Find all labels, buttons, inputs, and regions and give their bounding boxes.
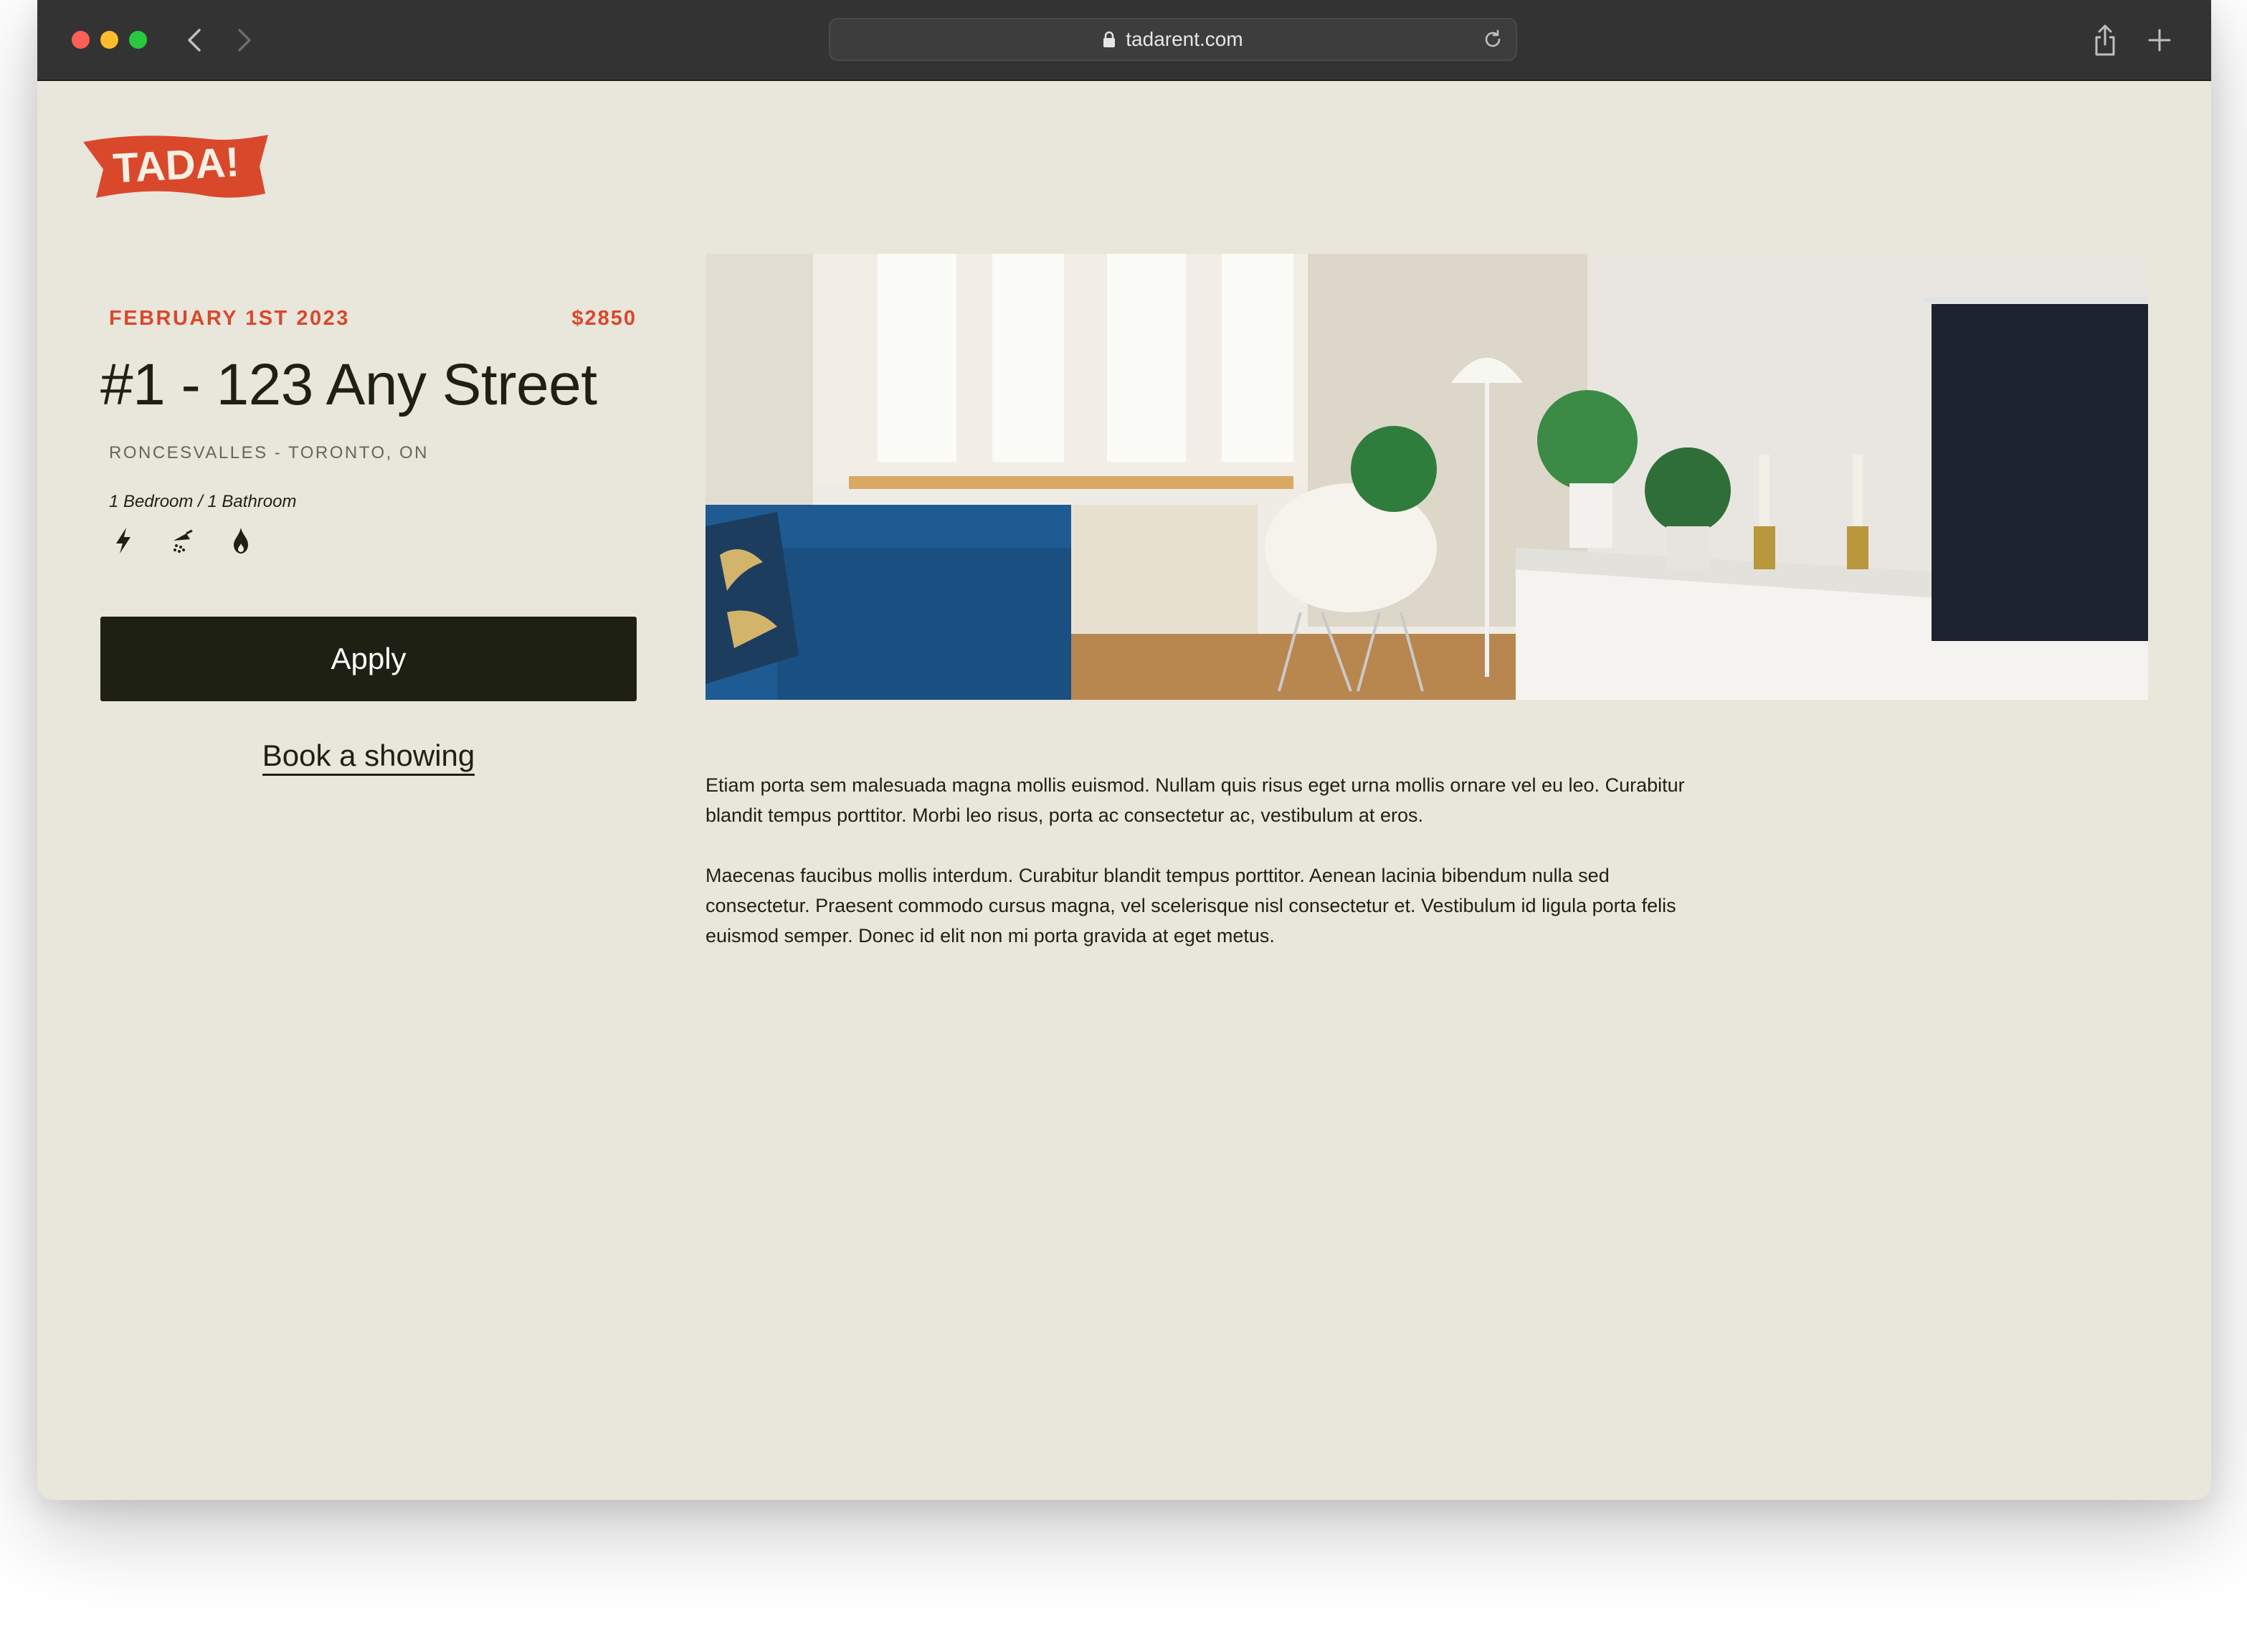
- listing-price: $2850: [571, 307, 637, 330]
- share-icon: [2095, 24, 2115, 56]
- listing-photo: [706, 254, 2148, 700]
- url-text: tadarent.com: [1126, 28, 1243, 50]
- reload-button[interactable]: [1481, 28, 1504, 51]
- zoom-window-button[interactable]: [129, 31, 147, 49]
- tada-logo[interactable]: TADA!: [80, 132, 270, 201]
- browser-toolbar: tadarent.com: [37, 0, 2211, 81]
- room-count: 1 Bedroom / 1 Bathroom: [109, 492, 297, 511]
- lightning-icon: [109, 525, 138, 556]
- lock-icon: [1103, 31, 1116, 48]
- listing-title: #1 - 123 Any Street: [100, 352, 597, 417]
- description-paragraph-1: Etiam porta sem malesuada magna mollis e…: [706, 774, 1685, 826]
- minimize-window-button[interactable]: [100, 31, 118, 49]
- listing-description: Etiam porta sem malesuada magna mollis e…: [706, 770, 1695, 981]
- back-button[interactable]: [181, 24, 209, 56]
- share-button[interactable]: [2091, 23, 2119, 57]
- chevron-left-icon: [188, 29, 201, 52]
- apply-button[interactable]: Apply: [100, 617, 637, 701]
- svg-text:TADA!: TADA!: [112, 138, 240, 191]
- forward-button[interactable]: [229, 24, 258, 56]
- book-showing-link[interactable]: Book a showing: [100, 739, 637, 776]
- address-bar[interactable]: tadarent.com: [829, 18, 1517, 61]
- close-window-button[interactable]: [72, 31, 90, 49]
- description-paragraph-2: Maecenas faucibus mollis interdum. Curab…: [706, 865, 1676, 946]
- plus-icon: [2148, 29, 2171, 52]
- book-showing-label: Book a showing: [262, 739, 475, 776]
- listing-location: RONCESVALLES - TORONTO, ON: [109, 443, 429, 462]
- amenity-icons: [109, 525, 255, 556]
- shower-icon: [168, 525, 196, 556]
- chevron-right-icon: [238, 29, 251, 52]
- flame-icon: [227, 525, 255, 556]
- browser-window: tadarent.com TADA! FEBRUARY 1ST 2023 $28…: [37, 0, 2211, 1500]
- new-tab-button[interactable]: [2145, 26, 2174, 54]
- reload-icon: [1485, 29, 1501, 47]
- availability-date: FEBRUARY 1ST 2023: [109, 307, 350, 330]
